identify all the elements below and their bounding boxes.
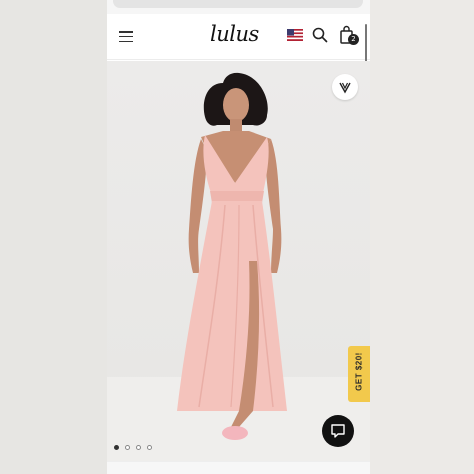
right-background <box>370 0 474 474</box>
site-header: lulus 2 <box>107 14 370 60</box>
browser-address-bar <box>107 0 370 14</box>
chat-button[interactable] <box>322 415 354 447</box>
promo-label: GET $20! <box>354 352 364 391</box>
product-image[interactable]: GET $20! <box>107 61 370 461</box>
us-flag-icon[interactable] <box>287 29 303 41</box>
gallery-dot-1[interactable] <box>114 445 119 450</box>
model-in-pink-dress <box>177 72 287 440</box>
search-icon[interactable] <box>312 27 328 43</box>
heart-v-icon <box>339 82 351 94</box>
url-field[interactable] <box>113 0 363 8</box>
menu-icon[interactable] <box>119 31 133 43</box>
get-20-promo-tab[interactable]: GET $20! <box>348 346 370 402</box>
gallery-dot-3[interactable] <box>136 445 141 450</box>
chat-bubble-icon <box>331 424 345 438</box>
gallery-dots <box>114 445 152 450</box>
bottom-bar <box>107 461 370 474</box>
left-background <box>0 0 107 474</box>
bag-count-badge: 2 <box>348 34 359 45</box>
gallery-dot-4[interactable] <box>147 445 152 450</box>
gallery-dot-2[interactable] <box>125 445 130 450</box>
wishlist-button[interactable] <box>332 74 358 100</box>
lulus-logo[interactable]: lulus <box>210 22 259 46</box>
phone-screen: lulus 2 GET $20! <box>107 0 370 474</box>
